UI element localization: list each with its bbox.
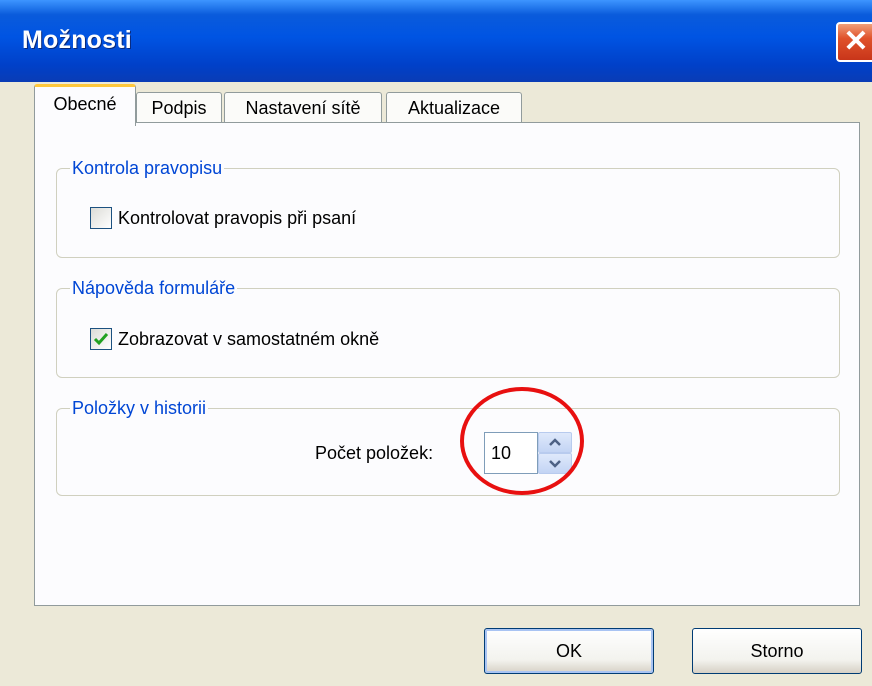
form-help-checkbox-label[interactable]: Zobrazovat v samostatném okně xyxy=(118,327,379,351)
window-title: Možnosti xyxy=(22,26,132,54)
cancel-button[interactable]: Storno xyxy=(692,628,862,674)
history-group xyxy=(56,408,840,496)
check-mark-icon xyxy=(93,333,109,346)
spellcheck-legend: Kontrola pravopisu xyxy=(70,157,225,179)
history-legend: Položky v historii xyxy=(70,397,209,419)
form-help-checkbox[interactable] xyxy=(90,328,112,350)
history-count-label: Počet položek: xyxy=(315,443,434,463)
spellcheck-checkbox-label[interactable]: Kontrolovat pravopis při psaní xyxy=(118,206,356,230)
title-bar[interactable]: Možnosti ✕ xyxy=(0,0,872,82)
tab-general[interactable]: Obecné xyxy=(34,84,136,126)
tab-network-settings[interactable]: Nastavení sítě xyxy=(224,92,382,126)
ok-button[interactable]: OK xyxy=(484,628,654,674)
form-help-legend: Nápověda formuláře xyxy=(70,277,238,299)
tab-updates[interactable]: Aktualizace xyxy=(386,92,522,126)
close-icon: ✕ xyxy=(843,25,869,58)
tab-signature[interactable]: Podpis xyxy=(136,92,222,126)
spellcheck-checkbox[interactable] xyxy=(90,207,112,229)
annotation-circle xyxy=(460,387,584,495)
options-dialog: Možnosti ✕ Obecné Podpis Nastavení sítě … xyxy=(0,0,872,686)
close-button[interactable]: ✕ xyxy=(836,22,872,62)
